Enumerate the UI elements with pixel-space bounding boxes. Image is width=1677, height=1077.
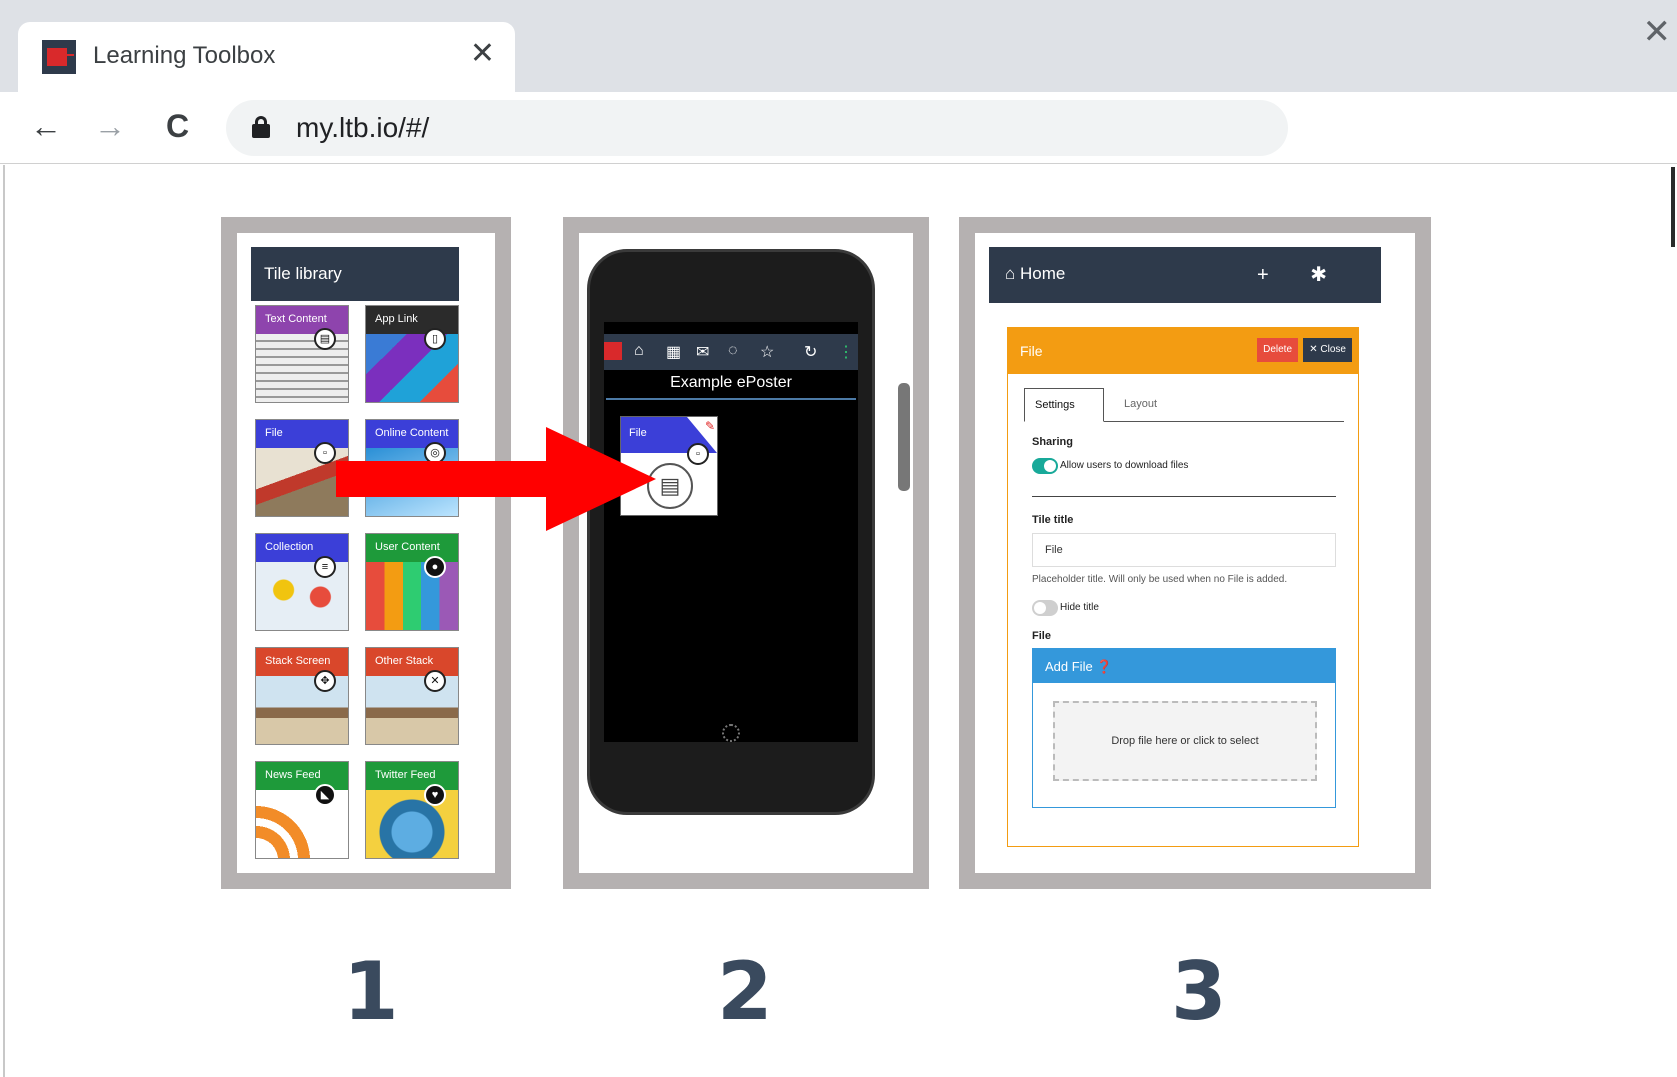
download-toggle[interactable]: [1032, 458, 1058, 474]
tile-twitter-feed[interactable]: Twitter Feed ♥: [365, 761, 459, 859]
file-dropzone[interactable]: Drop file here or click to select: [1053, 701, 1317, 781]
home-title[interactable]: ⌂ Home: [1005, 264, 1065, 283]
delete-button[interactable]: Delete: [1257, 338, 1298, 362]
phone-screen: ⌂ ▦ ✉ ◌ ☆ ↻ ⋮ Example ePoster File ✎ ▫ ▤: [604, 322, 858, 742]
step-number-2: 2: [717, 945, 773, 1038]
panel-1-frame: Tile library Text Content ▤ App Link ▯ F…: [221, 217, 511, 889]
tile-text-content[interactable]: Text Content ▤: [255, 305, 349, 403]
phone-side-scroll[interactable]: [898, 383, 910, 491]
hide-title-label: Hide title: [1060, 602, 1099, 613]
ltb-logo-icon: [604, 342, 622, 360]
loading-spinner-icon: [722, 724, 740, 742]
tile-label: App Link: [366, 306, 458, 334]
lock-icon: [252, 116, 270, 138]
help-icon[interactable]: ❓: [1096, 659, 1112, 674]
tile-title-input[interactable]: File: [1032, 533, 1336, 567]
tile-library-panel: Tile library Text Content ▤ App Link ▯ F…: [237, 233, 495, 873]
phone-icon: ▯: [424, 328, 446, 350]
sharing-label: Sharing: [1032, 436, 1073, 448]
panel-3-frame: ⌂ Home + ✱ File Delete ✕ Close Settings …: [959, 217, 1431, 889]
sync-icon[interactable]: ↻: [804, 342, 817, 362]
tile-library-header: Tile library: [251, 247, 459, 301]
tile-label: User Content: [366, 534, 458, 562]
chat-icon[interactable]: ◌: [728, 342, 738, 360]
tile-label: Text Content: [256, 306, 348, 334]
tab-title: Learning Toolbox: [93, 42, 276, 69]
forward-arrow-icon[interactable]: →: [94, 108, 126, 145]
page-viewport: Tile library Text Content ▤ App Link ▯ F…: [3, 165, 1675, 1077]
browser-toolbar: ← → C my.ltb.io/#/: [0, 92, 1677, 164]
file-icon: ▫: [687, 443, 709, 465]
tile-label: Other Stack: [366, 648, 458, 676]
tile-label: Twitter Feed: [366, 762, 458, 790]
url-text[interactable]: my.ltb.io/#/: [296, 112, 429, 144]
settings-tabs: Settings Layout: [1024, 388, 1344, 422]
rss-icon: ◣: [314, 784, 336, 806]
more-vertical-icon[interactable]: ⋮: [838, 342, 854, 362]
tile-collection[interactable]: Collection ≡: [255, 533, 349, 631]
tab-layout[interactable]: Layout: [1114, 388, 1167, 420]
close-button[interactable]: ✕ Close: [1303, 338, 1352, 362]
browser-tab[interactable]: Learning Toolbox ✕: [18, 22, 515, 92]
phone-mockup: ⌂ ▦ ✉ ◌ ☆ ↻ ⋮ Example ePoster File ✎ ▫ ▤: [587, 249, 875, 815]
address-bar[interactable]: my.ltb.io/#/: [226, 100, 1288, 156]
add-file-label: Add File: [1045, 659, 1093, 674]
window-close-icon[interactable]: ✕: [1643, 12, 1672, 52]
tile-other-stack[interactable]: Other Stack ✕: [365, 647, 459, 745]
edit-icon[interactable]: ✎: [705, 419, 715, 433]
poster-divider: [606, 398, 856, 400]
user-icon: ●: [424, 556, 446, 578]
home-bar: ⌂ Home + ✱: [989, 247, 1381, 303]
file-card-header: File Delete ✕ Close: [1008, 328, 1358, 374]
tile-label: News Feed: [256, 762, 348, 790]
back-arrow-icon[interactable]: ←: [30, 108, 62, 145]
allow-download-label: Allow users to download files: [1060, 460, 1189, 471]
section-divider: [1032, 496, 1336, 497]
page-scrollbar[interactable]: [1671, 167, 1675, 247]
mail-icon[interactable]: ✉: [696, 342, 709, 362]
panel-2-frame: ⌂ ▦ ✉ ◌ ☆ ↻ ⋮ Example ePoster File ✎ ▫ ▤: [563, 217, 929, 889]
tab-settings[interactable]: Settings: [1024, 388, 1104, 422]
step-number-3: 3: [1171, 945, 1227, 1038]
expand-icon: ✕: [424, 670, 446, 692]
home-actions[interactable]: + ✱: [1257, 262, 1345, 287]
list-icon: ≡: [314, 556, 336, 578]
tile-label: Stack Screen: [256, 648, 348, 676]
tile-news-feed[interactable]: News Feed ◣: [255, 761, 349, 859]
add-file-box: Add File ❓ Drop file here or click to se…: [1032, 648, 1336, 808]
poster-title: Example ePoster: [670, 374, 792, 391]
twitter-icon: ♥: [424, 784, 446, 806]
placeholder-hint: Placeholder title. Will only be used whe…: [1032, 574, 1288, 585]
app-toolbar: ⌂ ▦ ✉ ◌ ☆ ↻ ⋮: [604, 334, 858, 370]
reload-icon[interactable]: C: [166, 108, 189, 145]
tab-close-icon[interactable]: ✕: [470, 36, 495, 71]
ltb-favicon-icon: [42, 40, 76, 74]
document-icon: ▤: [314, 328, 336, 350]
move-icon: ✥: [314, 670, 336, 692]
red-arrow-icon: [336, 427, 656, 531]
phone-preview-panel: ⌂ ▦ ✉ ◌ ☆ ↻ ⋮ Example ePoster File ✎ ▫ ▤: [579, 233, 913, 873]
tile-title-label: Tile title: [1032, 514, 1074, 526]
file-icon: ▫: [314, 442, 336, 464]
tile-app-link[interactable]: App Link ▯: [365, 305, 459, 403]
star-icon[interactable]: ☆: [760, 342, 774, 362]
tile-label: File: [256, 420, 348, 448]
qr-icon[interactable]: ▦: [666, 342, 681, 362]
step-number-1: 1: [343, 945, 399, 1038]
home-icon[interactable]: ⌂: [634, 342, 644, 360]
tile-label: Collection: [256, 534, 348, 562]
tile-editor-panel: ⌂ Home + ✱ File Delete ✕ Close Settings …: [975, 233, 1415, 873]
hide-title-toggle[interactable]: [1032, 600, 1058, 616]
file-card-title: File: [1020, 343, 1043, 359]
add-file-header: Add File ❓: [1033, 649, 1335, 683]
file-section-label: File: [1032, 630, 1051, 642]
tile-file[interactable]: File ▫: [255, 419, 349, 517]
browser-tabstrip: Learning Toolbox ✕ ✕: [0, 0, 1677, 92]
tile-user-content[interactable]: User Content ●: [365, 533, 459, 631]
file-edit-card: File Delete ✕ Close Settings Layout Shar…: [1007, 327, 1359, 847]
tile-stack-screen[interactable]: Stack Screen ✥: [255, 647, 349, 745]
